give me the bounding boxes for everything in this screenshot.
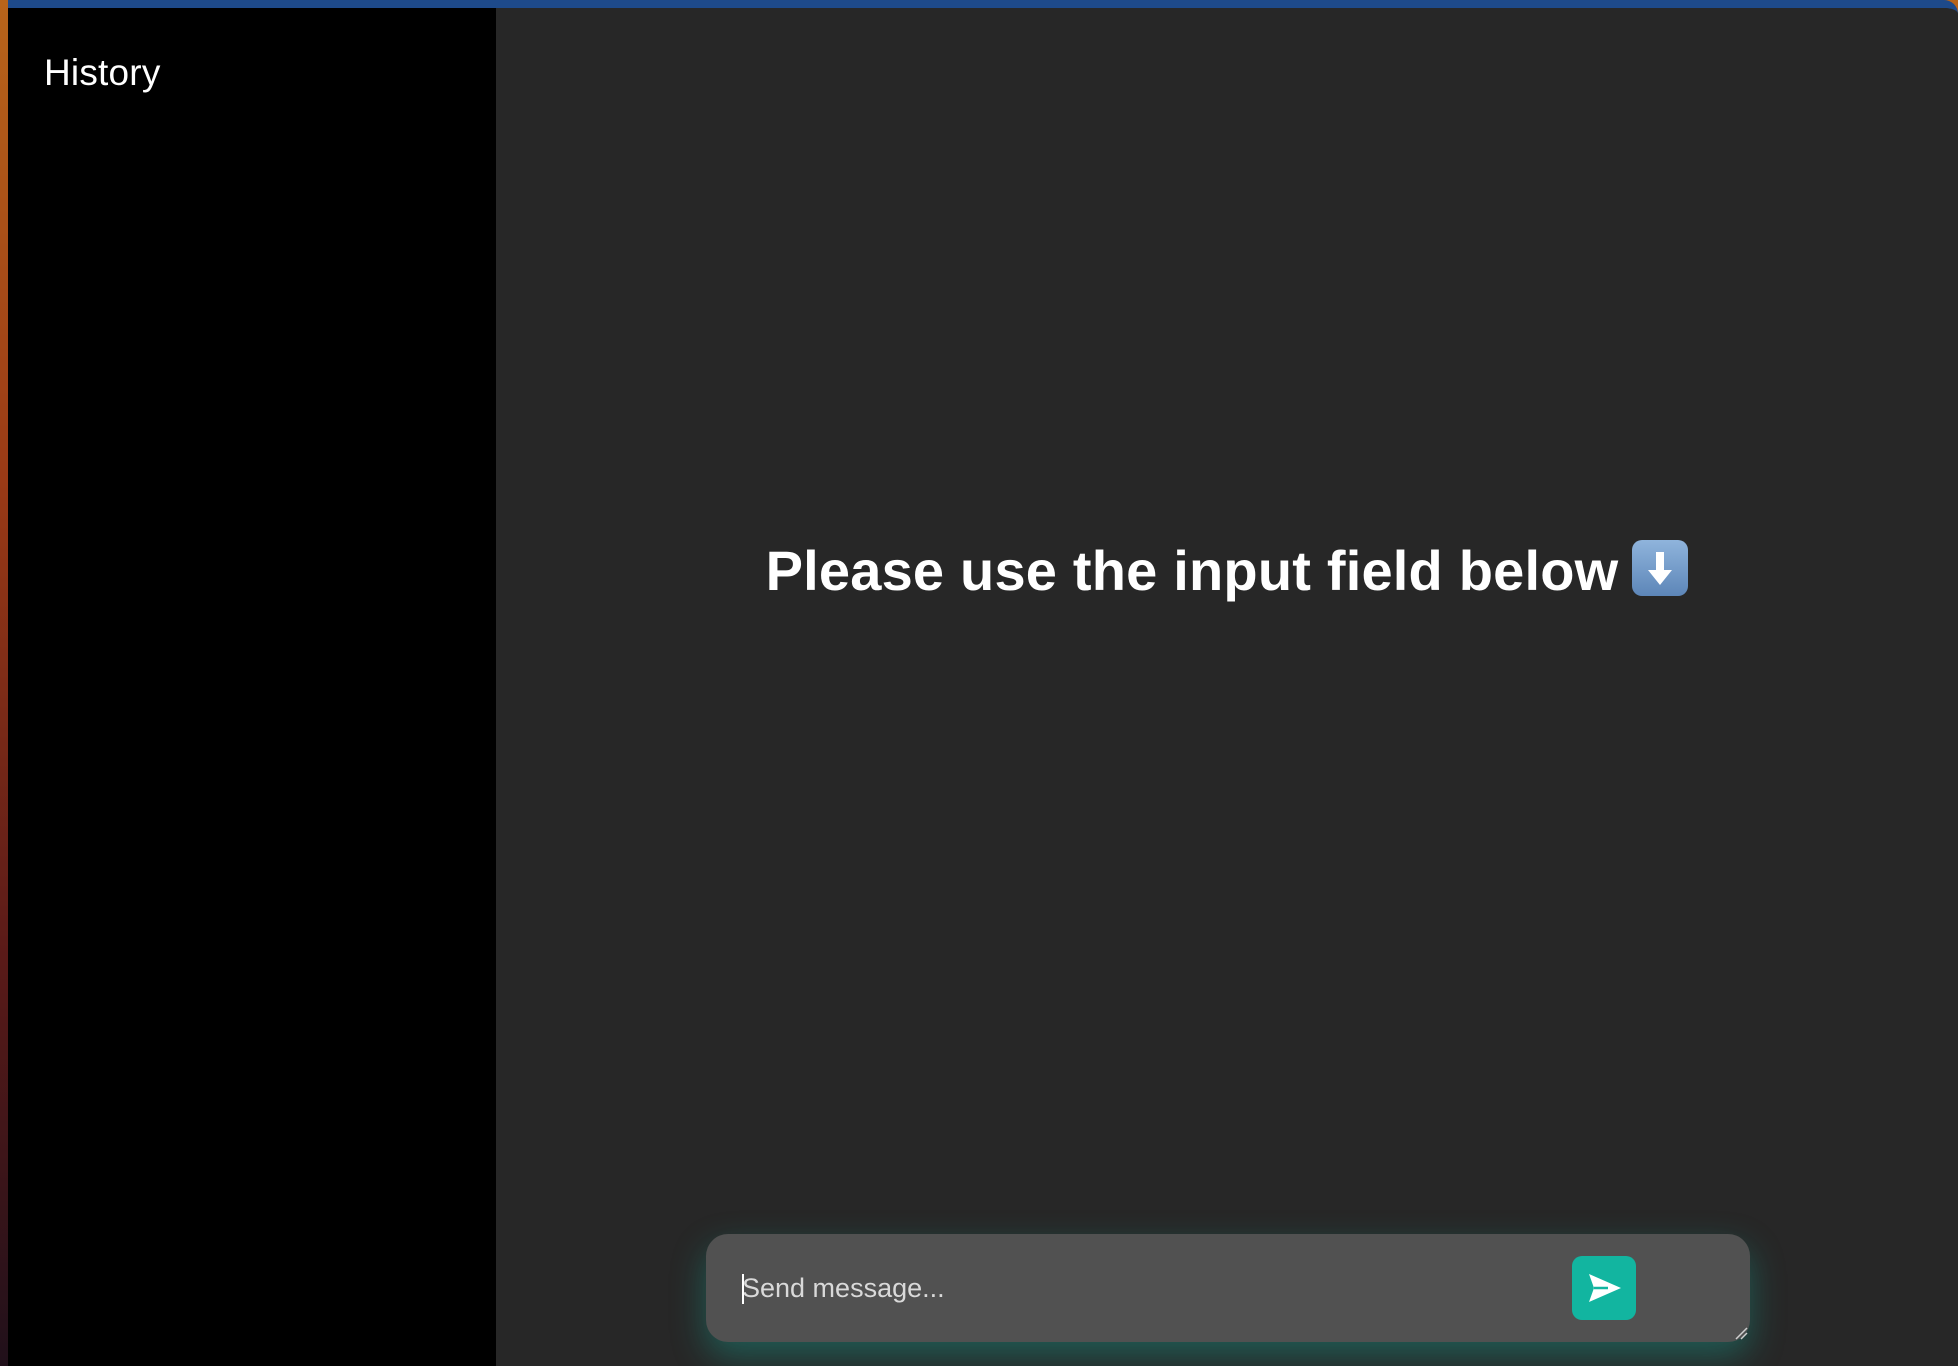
sidebar-title: History	[44, 52, 161, 93]
headline-text: Please use the input field below	[765, 539, 1619, 602]
app-window: History Please use the input field below	[8, 0, 1958, 1366]
message-composer	[706, 1234, 1750, 1342]
resize-grip-icon[interactable]	[1732, 1324, 1748, 1340]
text-cursor	[742, 1274, 744, 1304]
message-input[interactable]	[742, 1234, 1562, 1342]
empty-state-headline: Please use the input field below	[496, 538, 1958, 603]
down-arrow-emoji-icon	[1632, 540, 1689, 596]
chat-main-area: Please use the input field below	[496, 8, 1958, 1366]
history-sidebar: History	[8, 8, 496, 1366]
send-icon	[1589, 1274, 1621, 1302]
send-button[interactable]	[1572, 1256, 1636, 1320]
